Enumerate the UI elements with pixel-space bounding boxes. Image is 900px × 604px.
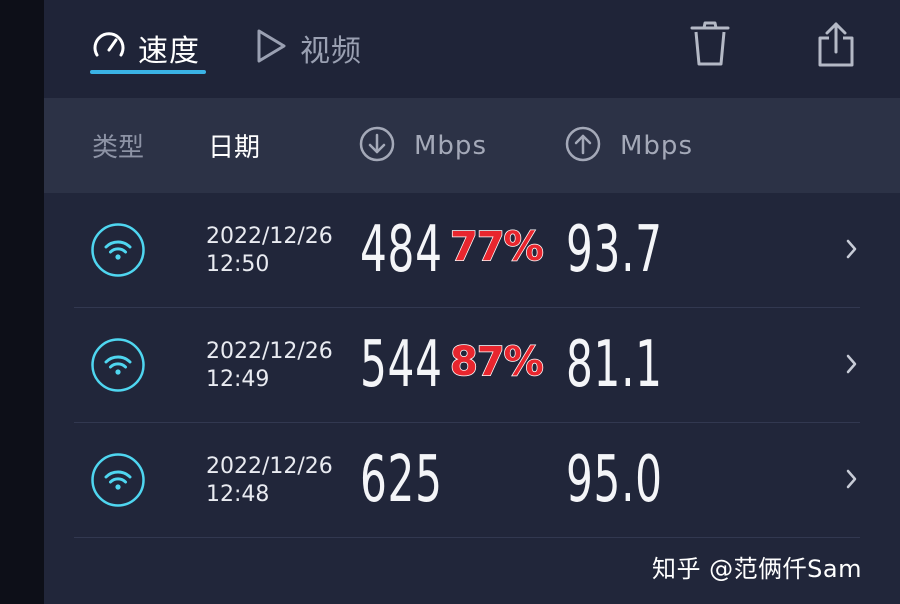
upload-speed: 93.7 <box>566 213 663 287</box>
speed-test-history: 速度 视频 类型 日期 Mbps Mbps 2022/12/26 12:50 4… <box>44 0 900 604</box>
wifi-icon <box>90 222 146 282</box>
share-button[interactable] <box>814 20 858 72</box>
chevron-right-icon[interactable] <box>844 350 860 382</box>
download-unit: Mbps <box>414 130 487 161</box>
table-header: 类型 日期 Mbps Mbps <box>44 98 900 193</box>
result-time: 12:48 <box>206 482 270 507</box>
header-download[interactable]: Mbps <box>358 98 487 193</box>
result-date: 2022/12/26 <box>206 224 333 249</box>
download-arrow-icon <box>358 125 396 167</box>
top-bar: 速度 视频 <box>44 0 900 98</box>
chevron-right-icon[interactable] <box>844 235 860 267</box>
play-icon <box>254 27 288 69</box>
result-datetime: 2022/12/26 12:49 <box>206 338 333 394</box>
trash-icon <box>688 21 732 72</box>
percentage-annotation: 77% <box>449 223 544 271</box>
result-row[interactable]: 2022/12/26 12:49 544 87% 81.1 <box>44 308 900 422</box>
result-datetime: 2022/12/26 12:50 <box>206 223 333 279</box>
result-row[interactable]: 2022/12/26 12:50 484 77% 93.7 <box>44 193 900 307</box>
wifi-icon <box>90 337 146 397</box>
result-time: 12:50 <box>206 252 270 277</box>
upload-arrow-icon <box>564 125 602 167</box>
percentage-annotation: 87% <box>449 338 544 386</box>
tab-speed[interactable]: 速度 <box>90 18 200 78</box>
download-speed: 544 <box>360 328 443 402</box>
result-date: 2022/12/26 <box>206 454 333 479</box>
share-icon <box>814 22 858 72</box>
left-edge-strip <box>0 0 44 604</box>
upload-speed: 95.0 <box>566 443 663 517</box>
watermark: 知乎 @范俩仟Sam <box>652 555 862 583</box>
header-date[interactable]: 日期 <box>208 98 260 193</box>
tab-video[interactable]: 视频 <box>254 18 362 78</box>
result-time: 12:49 <box>206 367 270 392</box>
speedometer-icon <box>90 27 128 69</box>
download-speed: 625 <box>360 443 443 517</box>
result-row[interactable]: 2022/12/26 12:48 625 95.0 <box>44 423 900 537</box>
upload-speed: 81.1 <box>566 328 663 402</box>
chevron-right-icon[interactable] <box>844 465 860 497</box>
wifi-icon <box>90 452 146 512</box>
result-date: 2022/12/26 <box>206 339 333 364</box>
download-speed: 484 <box>360 213 443 287</box>
active-tab-indicator <box>90 70 206 74</box>
tab-speed-label: 速度 <box>138 34 200 69</box>
upload-unit: Mbps <box>620 130 693 161</box>
result-datetime: 2022/12/26 12:48 <box>206 453 333 509</box>
tab-video-label: 视频 <box>300 34 362 69</box>
row-divider <box>74 537 860 538</box>
header-type[interactable]: 类型 <box>92 98 144 193</box>
header-upload[interactable]: Mbps <box>564 98 693 193</box>
delete-button[interactable] <box>688 20 732 72</box>
